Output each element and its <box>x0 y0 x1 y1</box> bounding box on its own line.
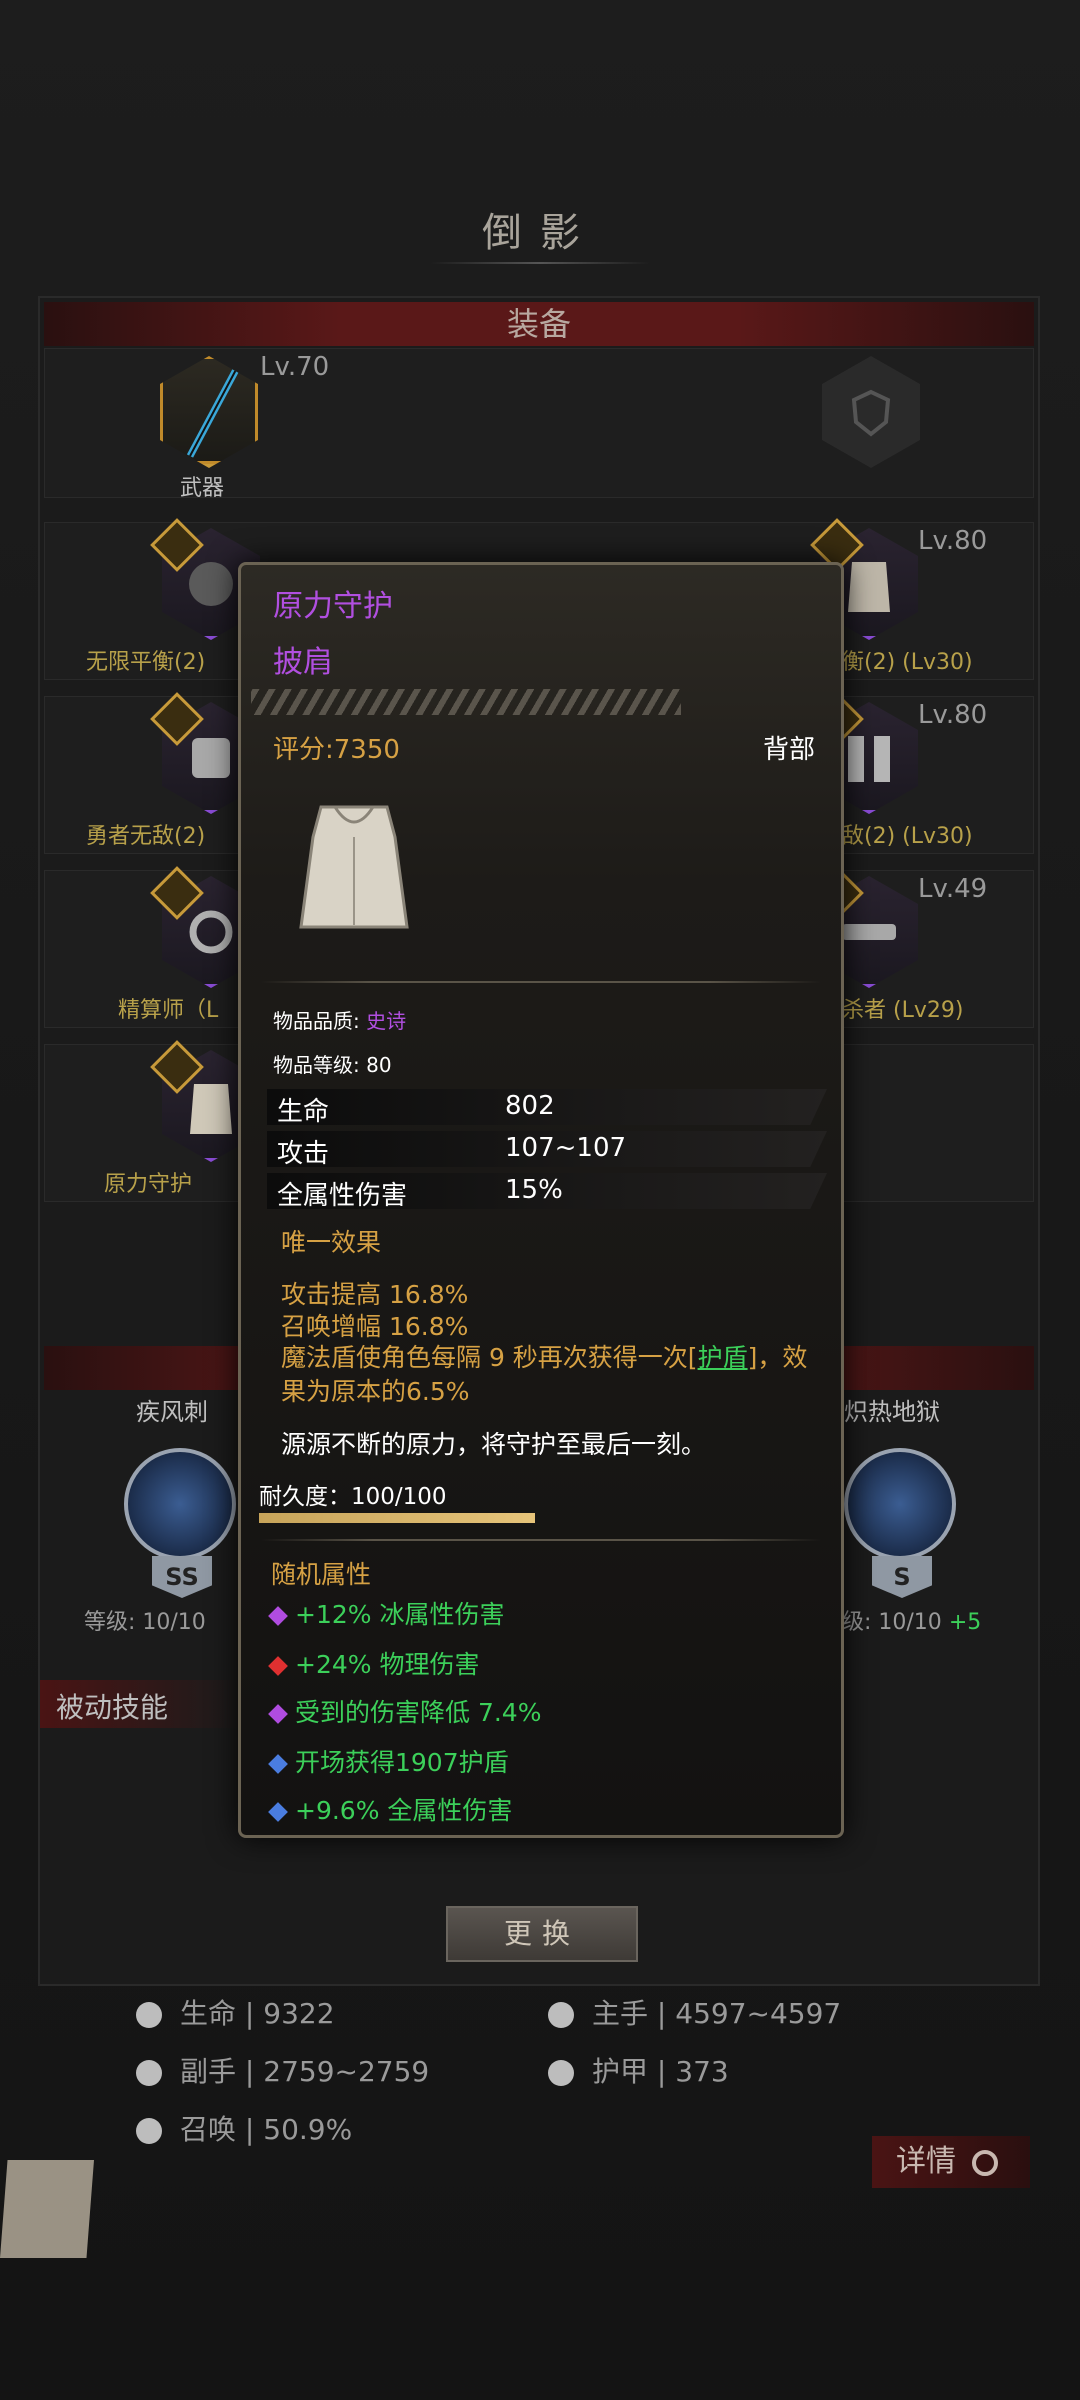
dagger-icon <box>136 2060 162 2086</box>
unique-effect-line: 召唤增幅 16.8% <box>281 1312 469 1341</box>
random-attribute: +24% 物理伤害 <box>268 1645 479 1681</box>
stat-off-hand: 副手 | 2759~2759 <box>136 2050 429 2090</box>
attribute-name: 生命 <box>277 1097 330 1127</box>
attribute-value: 107~107 <box>505 1133 627 1163</box>
equipment-set-label: 衡(2) (Lv30) <box>842 650 973 675</box>
details-button[interactable]: 详情 <box>872 2136 1030 2188</box>
weapon-level: Lv.70 <box>260 352 330 382</box>
game-screen: 倒影 装备 Lv.70 武器 无限平衡(2) 勇者无敌(2) 精算师（L 原力守… <box>0 0 1080 2400</box>
summon-icon <box>136 2118 162 2144</box>
equipment-set-label: 精算师（L <box>118 998 219 1023</box>
item-level: Lv.49 <box>918 874 988 904</box>
back-button[interactable] <box>0 2160 94 2258</box>
replace-button[interactable]: 更换 <box>446 1906 638 1962</box>
equipment-set-label: 勇者无敌(2) <box>86 824 206 849</box>
equipment-set-label: 敌(2) (Lv30) <box>842 824 973 849</box>
item-tooltip: 原力守护 披肩 评分:7350 背部 物品品质: 史诗 物品等级: 80 生命 … <box>238 562 844 1838</box>
passive-skills-title: 被动技能 <box>56 1691 169 1724</box>
divider <box>261 1539 821 1541</box>
item-quality: 物品品质: 史诗 <box>273 1009 407 1033</box>
gem-icon <box>268 1656 288 1676</box>
stripe-divider <box>251 689 681 715</box>
skill-name: 疾风刺 <box>136 1398 208 1426</box>
title-divider <box>430 262 650 264</box>
armor-icon <box>548 2060 574 2086</box>
weapon-label: 武器 <box>180 476 225 501</box>
attribute-value: 15% <box>505 1175 563 1205</box>
flavor-text: 源源不断的原力，将守护至最后一刻。 <box>281 1430 707 1459</box>
divider <box>261 981 821 983</box>
equipment-set-label: 杀者 (Lv29) <box>842 998 964 1023</box>
random-attribute: 开场获得1907护盾 <box>268 1743 509 1779</box>
stat-hp: 生命 | 9322 <box>136 1992 335 2032</box>
gem-icon <box>268 1802 288 1822</box>
random-attributes-title: 随机属性 <box>271 1560 372 1589</box>
item-name: 原力守护 <box>273 589 393 624</box>
unique-effect-title: 唯一效果 <box>281 1228 382 1257</box>
heart-icon <box>136 2002 162 2028</box>
unique-effect-line: 攻击提高 16.8% <box>281 1280 469 1309</box>
skill-level: 级: 10/10 +5 <box>842 1610 982 1635</box>
random-attribute: 受到的伤害降低 7.4% <box>268 1693 541 1729</box>
stat-armor: 护甲 | 373 <box>548 2050 729 2090</box>
unique-effect-line: 魔法盾使角色每隔 9 秒再次获得一次[护盾]，效果为原本的6.5% <box>281 1343 808 1406</box>
random-attribute: +9.6% 全属性伤害 <box>268 1791 512 1827</box>
durability-bar <box>259 1513 535 1523</box>
item-level: Lv.80 <box>918 700 988 730</box>
fire-skill-icon[interactable] <box>844 1448 956 1560</box>
stat-summon: 召唤 | 50.9% <box>136 2108 352 2148</box>
attribute-name: 全属性伤害 <box>277 1181 408 1211</box>
gem-icon <box>268 1754 288 1774</box>
equipment-section-header: 装备 <box>44 302 1034 346</box>
wind-skill-icon[interactable] <box>124 1448 236 1560</box>
shield-keyword-link[interactable]: 护盾 <box>698 1343 748 1372</box>
magnifier-icon <box>971 2149 998 2176</box>
sword-icon <box>548 2002 574 2028</box>
stat-main-hand: 主手 | 4597~4597 <box>548 1992 841 2032</box>
gem-icon <box>268 1704 288 1724</box>
durability-fill <box>259 1513 535 1523</box>
skill-level: 等级: 10/10 <box>84 1610 206 1635</box>
item-score: 评分:7350 <box>273 735 400 765</box>
equipment-set-label: 无限平衡(2) <box>86 650 206 675</box>
attribute-value: 802 <box>505 1091 555 1121</box>
skill-bonus: +5 <box>948 1610 982 1635</box>
gem-icon <box>268 1606 288 1626</box>
skill-name: 炽热地狱 <box>844 1398 940 1426</box>
page-title: 倒影 <box>482 210 598 256</box>
item-level: Lv.80 <box>918 526 988 556</box>
equipment-set-label: 原力守护 <box>104 1172 193 1197</box>
item-level: 物品等级: 80 <box>273 1053 392 1077</box>
durability-label: 耐久度：100/100 <box>259 1484 447 1510</box>
item-type: 披肩 <box>273 645 333 680</box>
cape-icon <box>291 797 417 939</box>
attribute-name: 攻击 <box>277 1139 330 1169</box>
item-slot: 背部 <box>763 735 816 765</box>
random-attribute: +12% 冰属性伤害 <box>268 1595 504 1631</box>
